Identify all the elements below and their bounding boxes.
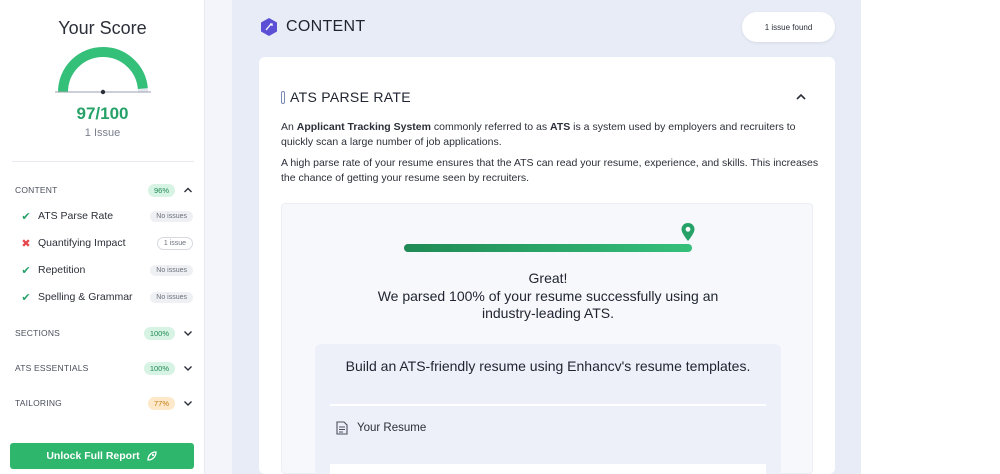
chevron-down-icon[interactable] xyxy=(183,363,193,373)
score-value: 97/100 xyxy=(76,104,129,123)
unlock-button-label: Unlock Full Report xyxy=(46,450,140,462)
collapse-chevron-icon[interactable] xyxy=(795,92,807,102)
chevron-down-icon[interactable] xyxy=(183,328,193,338)
ats-description-paragraph: An Applicant Tracking System commonly re… xyxy=(281,121,796,148)
card-title: ATS PARSE RATE xyxy=(290,89,411,105)
check-icon: ✔ xyxy=(21,210,31,223)
map-pin-icon xyxy=(681,223,695,241)
category-percent-badge: 77% xyxy=(147,396,175,410)
category-ats-essentials[interactable]: ATS ESSENTIALS 100% xyxy=(15,359,193,377)
status-badge: No issues xyxy=(150,291,193,303)
document-icon xyxy=(336,421,348,435)
template-promo-box: Build an ATS-friendly resume using Enhan… xyxy=(315,344,781,474)
category-tailoring[interactable]: TAILORING 77% xyxy=(15,394,193,412)
promo-divider xyxy=(330,404,766,406)
score-title: Your Score xyxy=(58,18,147,38)
sidebar-item-label: Spelling & Grammar xyxy=(38,291,133,303)
rocket-icon xyxy=(147,451,157,461)
sidebar-item-label: ATS Parse Rate xyxy=(38,210,114,222)
sidebar-divider xyxy=(12,161,194,162)
sidebar-item-label: Quantifying Impact xyxy=(38,237,126,249)
parse-result-panel: Great! We parsed 100% of your resume suc… xyxy=(281,203,813,474)
category-content[interactable]: CONTENT 96% xyxy=(15,181,193,199)
sidebar-item-label: Repetition xyxy=(38,264,86,276)
cross-icon: ✖ xyxy=(21,237,31,250)
status-badge: No issues xyxy=(150,210,193,222)
sidebar-item-quantifying-impact[interactable]: ✖ Quantifying Impact 1 issue xyxy=(20,234,193,252)
unlock-full-report-button[interactable]: Unlock Full Report xyxy=(10,443,194,469)
sidebar-item-spelling-grammar[interactable]: ✔ Spelling & Grammar No issues xyxy=(20,288,193,306)
sidebar-item-repetition[interactable]: ✔ Repetition No issues xyxy=(20,261,193,279)
right-margin xyxy=(861,0,1000,474)
template-promo-text: Build an ATS-friendly resume using Enhan… xyxy=(345,358,751,374)
your-resume-tab[interactable]: Your Resume xyxy=(357,422,426,434)
status-badge: 1 issue xyxy=(156,236,193,250)
parse-progress-bar xyxy=(404,244,692,252)
check-icon: ✔ xyxy=(21,264,31,277)
sidebar-item-ats-parse-rate[interactable]: ✔ ATS Parse Rate No issues xyxy=(20,207,193,225)
chevron-down-icon[interactable] xyxy=(183,398,193,408)
main-panel: CONTENT 1 issue found ATS PARSE RATE An … xyxy=(232,0,861,474)
section-title: CONTENT xyxy=(286,18,366,35)
category-label: TAILORING xyxy=(15,398,62,408)
result-description: We parsed 100% of your resume successful… xyxy=(377,288,719,321)
category-percent-badge: 96% xyxy=(147,183,175,197)
chevron-up-icon[interactable] xyxy=(183,185,193,195)
issues-found-badge: 1 issue found xyxy=(742,12,835,42)
issue-count: 1 Issue xyxy=(84,127,121,139)
category-percent-badge: 100% xyxy=(143,326,175,340)
resume-preview-area xyxy=(330,464,766,474)
result-headline: Great! xyxy=(528,270,568,286)
status-badge: No issues xyxy=(150,264,193,276)
content-section-icon xyxy=(261,18,277,36)
category-label: CONTENT xyxy=(15,185,58,195)
sidebar: Your Score 97/100 1 Issue CONTENT 96% ✔ … xyxy=(0,0,205,474)
score-gauge xyxy=(55,47,151,95)
ats-parse-rate-card: ATS PARSE RATE An Applicant Tracking Sys… xyxy=(259,57,835,474)
category-label: ATS ESSENTIALS xyxy=(15,363,89,373)
parse-progress-fill xyxy=(404,244,692,252)
category-sections[interactable]: SECTIONS 100% xyxy=(15,324,193,342)
card-marker-icon xyxy=(281,91,285,104)
parse-rate-paragraph: A high parse rate of your resume ensures… xyxy=(281,157,819,184)
category-percent-badge: 100% xyxy=(143,361,175,375)
category-label: SECTIONS xyxy=(15,328,61,338)
check-icon: ✔ xyxy=(21,291,31,304)
